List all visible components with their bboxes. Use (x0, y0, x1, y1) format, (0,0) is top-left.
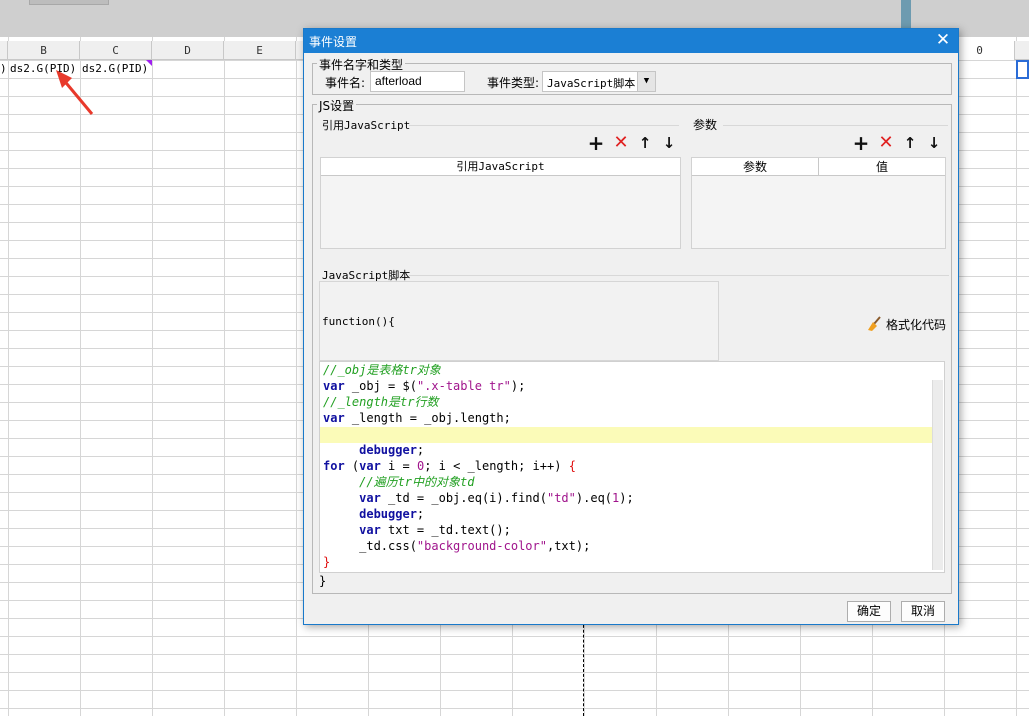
ref-js-table[interactable]: 引用JavaScript (320, 157, 681, 249)
delete-x-icon: ✕ (613, 132, 629, 153)
dialog-title: 事件设置 (309, 35, 358, 49)
delete-param-button[interactable]: ✕ (877, 134, 895, 152)
event-type-label: 事件类型: (487, 76, 540, 90)
close-button[interactable]: ✕ (928, 29, 958, 53)
arrow-down-icon: ↓ (927, 134, 941, 152)
code-line: debugger; (359, 443, 425, 457)
plus-icon: + (587, 131, 605, 155)
add-param-button[interactable]: + (852, 131, 870, 155)
toolbar-button[interactable] (29, 0, 109, 5)
format-code-button[interactable]: 格式化代码 (866, 314, 946, 334)
format-code-label: 格式化代码 (885, 317, 946, 332)
code-line: //_obj是表格tr对象 (323, 363, 441, 377)
move-up-ref-js-button[interactable]: ↑ (636, 134, 654, 152)
params-table[interactable]: 参数 值 (691, 157, 946, 249)
dialog-titlebar[interactable]: 事件设置 ✕ (304, 29, 958, 53)
event-settings-dialog: 事件设置 ✕ 事件名字和类型 事件名: afterload 事件类型: Java… (303, 28, 959, 625)
ref-js-title: 引用JavaScript (322, 119, 411, 132)
chevron-down-icon[interactable]: ▼ (637, 72, 655, 91)
column-header-b[interactable]: B (8, 41, 80, 60)
divider (409, 125, 679, 126)
event-type-value: JavaScript脚本 (547, 77, 636, 90)
ref-js-column-header[interactable]: 引用JavaScript (321, 158, 680, 176)
close-icon: ✕ (935, 30, 951, 50)
code-line: _td.css("background-color",txt); (323, 539, 591, 553)
code-line: debugger; (359, 507, 425, 521)
function-header-box: function(){ (319, 281, 719, 361)
arrow-up-icon: ↑ (638, 134, 652, 152)
move-up-param-button[interactable]: ↑ (901, 134, 919, 152)
params-title: 参数 (693, 118, 718, 132)
current-line-highlight (320, 427, 932, 443)
broom-icon (867, 316, 881, 331)
code-line: var _td = _obj.eq(i).find("td").eq(1); (359, 491, 634, 505)
divider (723, 125, 948, 126)
column-header-d[interactable]: D (152, 41, 224, 60)
code-line: var _obj = $(".x-table tr"); (323, 379, 526, 393)
cell-marker (146, 60, 152, 66)
arrow-up-icon: ↑ (903, 134, 917, 152)
code-line: //_length是tr行数 (323, 395, 439, 409)
move-down-param-button[interactable]: ↓ (925, 134, 943, 152)
column-header-c[interactable]: C (80, 41, 152, 60)
delete-x-icon: ✕ (878, 132, 894, 153)
param-column-header[interactable]: 参数 (692, 158, 818, 176)
add-ref-js-button[interactable]: + (587, 131, 605, 155)
arrow-down-icon: ↓ (662, 134, 676, 152)
cell-a1[interactable]: ) (0, 62, 7, 75)
divider (409, 275, 949, 276)
code-line: var _length = _obj.length; (323, 411, 511, 425)
event-name-label: 事件名: (325, 76, 366, 90)
event-name-type-group: 事件名字和类型 事件名: afterload 事件类型: JavaScript脚… (312, 56, 952, 95)
ok-button[interactable]: 确定 (847, 601, 891, 622)
code-line: //遍历tr中的对象td (323, 475, 475, 489)
delete-ref-js-button[interactable]: ✕ (612, 134, 630, 152)
event-name-input[interactable]: afterload (370, 71, 465, 92)
editor-scrollbar[interactable] (932, 380, 943, 570)
column-header-e[interactable]: E (224, 41, 296, 60)
code-line: for (var i = 0; i < _length; i++) { (323, 459, 576, 473)
selected-cell[interactable] (1016, 60, 1029, 79)
function-closing-brace: } (319, 574, 327, 588)
value-column-header[interactable]: 值 (819, 158, 945, 176)
event-type-select[interactable]: JavaScript脚本 ▼ (542, 71, 656, 92)
code-line: } (323, 555, 331, 569)
plus-icon: + (852, 131, 870, 155)
page-break-line (583, 620, 584, 716)
group-legend-js: JS设置 (317, 97, 357, 114)
code-editor[interactable]: //_obj是表格tr对象 var _obj = $(".x-table tr"… (319, 361, 945, 573)
code-line: var txt = _td.text(); (359, 523, 511, 537)
annotation-arrow-icon (56, 70, 94, 115)
function-header: function(){ (322, 315, 395, 328)
column-header-a[interactable] (0, 41, 8, 60)
move-down-ref-js-button[interactable]: ↓ (660, 134, 678, 152)
cancel-button[interactable]: 取消 (901, 601, 945, 622)
